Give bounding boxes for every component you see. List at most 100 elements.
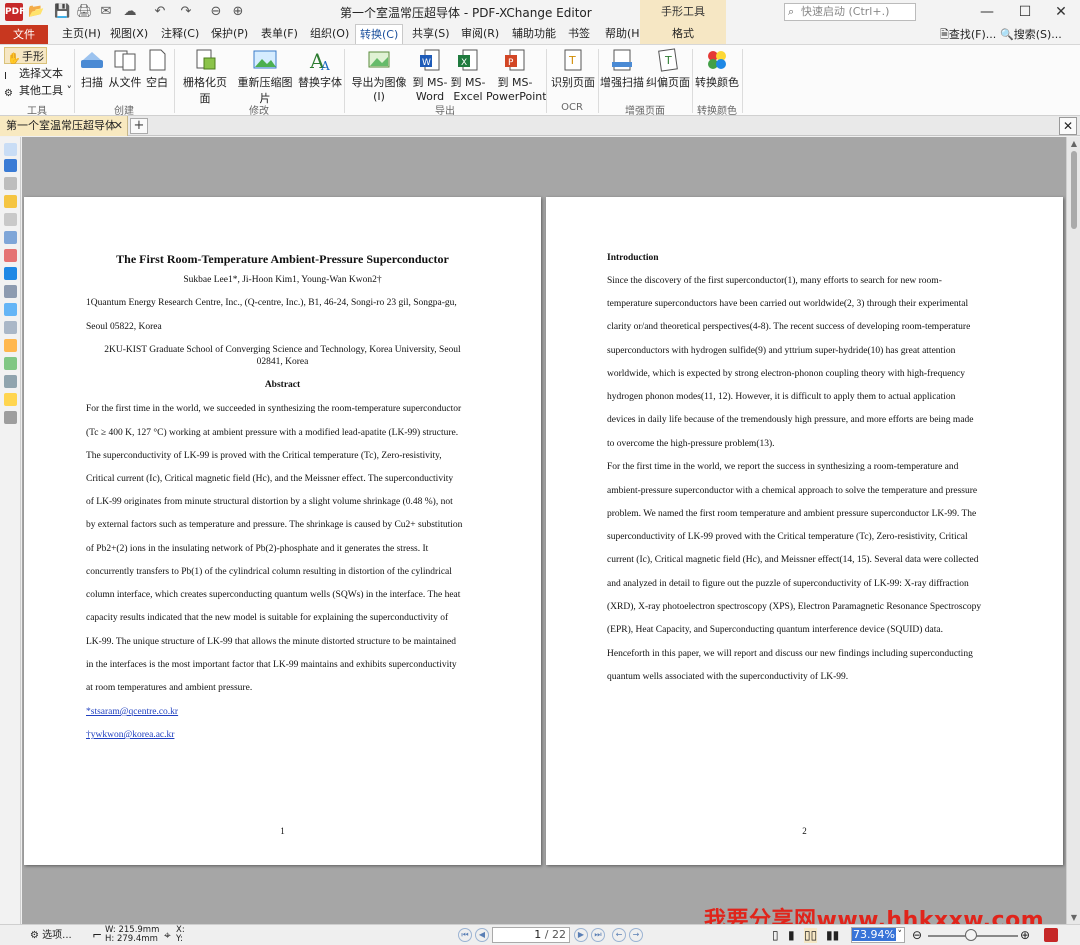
rasterize-button[interactable]: 栅格化页面 — [178, 48, 232, 106]
back-icon[interactable]: ⊖ — [208, 3, 224, 21]
tags-icon[interactable] — [4, 357, 17, 370]
save-icon[interactable]: 💾 — [54, 3, 70, 21]
menu-review[interactable]: 审阅(R) — [457, 24, 503, 44]
attachments-icon[interactable] — [4, 213, 17, 226]
find-button[interactable]: 🗎查找(F)... — [940, 26, 996, 45]
intro-line: For the first time in the world, we repo… — [607, 462, 959, 472]
intro-line: devices in daily life because of the tre… — [607, 415, 974, 425]
zoom-slider-knob[interactable] — [965, 929, 978, 941]
new-tab-button[interactable]: + — [130, 118, 148, 134]
options-button[interactable]: ⚙ 选项... — [30, 928, 72, 943]
last-page-icon[interactable]: ⏭ — [591, 928, 605, 942]
continuous-icon[interactable]: ▮ — [788, 928, 795, 943]
menu-share[interactable]: 共享(S) — [408, 24, 454, 44]
zoom-out-icon[interactable]: ⊖ — [912, 928, 922, 943]
quick-launch-placeholder: 快速启动 (Ctrl+.) — [801, 5, 890, 18]
maximize-button[interactable]: ☐ — [1008, 0, 1042, 24]
to-powerpoint-button[interactable]: P 到 MS-PowerPoint — [486, 48, 547, 103]
ocr-button[interactable]: T 识别页面 — [550, 48, 596, 90]
menu-accessibility[interactable]: 辅助功能 — [508, 24, 560, 44]
forward-icon[interactable]: ⊕ — [230, 3, 246, 21]
layers-icon[interactable] — [4, 231, 17, 244]
comments-icon[interactable] — [4, 195, 17, 208]
quick-launch-input[interactable]: ⌕ 快速启动 (Ctrl+.) — [784, 3, 916, 21]
deskew-label: 纠偏页面 — [646, 76, 690, 89]
pages-icon[interactable] — [4, 143, 17, 156]
app-logo-icon: PDF — [5, 3, 25, 21]
facing-continuous-icon[interactable]: ▮▮ — [826, 928, 839, 943]
undo-icon[interactable]: ↶ — [152, 3, 168, 21]
print-icon[interactable]: 🖨 — [76, 3, 93, 21]
vertical-scrollbar[interactable]: ▲ ▼ — [1066, 137, 1080, 924]
facing-pages-icon[interactable]: ▯▯ — [804, 928, 818, 943]
bookmarks-icon[interactable] — [4, 159, 17, 172]
hand-tool[interactable]: ✋手形 — [4, 47, 47, 65]
from-file-button[interactable]: 从文件 — [108, 48, 142, 90]
menu-view[interactable]: 视图(X) — [106, 24, 152, 44]
scroll-up-icon[interactable]: ▲ — [1067, 139, 1080, 148]
properties-icon[interactable] — [4, 285, 17, 298]
close-tab-icon[interactable]: ✕ — [114, 116, 123, 136]
email-link-2[interactable]: †ywkwon@korea.ac.kr — [86, 730, 482, 740]
scrollbar-thumb[interactable] — [1071, 151, 1077, 229]
links-icon[interactable] — [4, 339, 17, 352]
fields-icon[interactable] — [4, 267, 17, 280]
menu-convert[interactable]: 转换(C) — [355, 24, 404, 44]
search-button[interactable]: 🔍搜索(S)... — [1000, 26, 1062, 42]
menu-protect[interactable]: 保护(P) — [207, 24, 252, 44]
zoom-input[interactable]: 73.94% ˅ — [851, 927, 905, 943]
document-tab[interactable]: 第一个室温常压超导体 ✕ — [0, 116, 128, 136]
intro-line: to overcome the high-pressure problem(13… — [607, 439, 775, 449]
deskew-button[interactable]: T 纠偏页面 — [646, 48, 690, 90]
menu-file[interactable]: 文件 — [0, 25, 48, 44]
abstract-line: of Pb2+(2) ions in the insulating networ… — [86, 544, 429, 554]
blank-button[interactable]: 空白 — [144, 48, 170, 90]
close-document-button[interactable]: ✕ — [1059, 117, 1077, 135]
menu-bookmarks[interactable]: 书签 — [564, 24, 594, 44]
next-page-icon[interactable]: ▶ — [574, 928, 588, 942]
previous-page-icon[interactable]: ◀ — [475, 928, 489, 942]
back-view-icon[interactable]: ← — [612, 928, 626, 942]
other-tools[interactable]: ⚙ 其他工具 ˅ — [4, 82, 72, 99]
menu-organize[interactable]: 组织(O) — [306, 24, 353, 44]
replace-font-button[interactable]: AA 替换字体 — [298, 48, 342, 90]
zoom-in-icon[interactable]: ⊕ — [1020, 928, 1030, 943]
menu-forms[interactable]: 表单(F) — [257, 24, 302, 44]
search-results-icon[interactable] — [4, 411, 17, 424]
scan-button[interactable]: 扫描 — [78, 48, 106, 90]
minimize-button[interactable]: — — [970, 0, 1004, 24]
document-canvas[interactable]: The First Room-Temperature Ambient-Press… — [22, 137, 1066, 924]
single-page-icon[interactable]: ▯ — [772, 928, 779, 943]
menu-comment[interactable]: 注释(C) — [157, 24, 203, 44]
signatures-icon[interactable] — [4, 249, 17, 262]
forward-view-icon[interactable]: → — [629, 928, 643, 942]
gear-icon: ⚙ — [4, 88, 13, 99]
scroll-down-icon[interactable]: ▼ — [1067, 913, 1080, 922]
select-text-tool[interactable]: I 选择文本 — [4, 65, 63, 82]
menu-format[interactable]: 格式 — [640, 24, 726, 44]
page-number-input[interactable]: 1 / 22 — [492, 927, 570, 943]
to-excel-button[interactable]: X 到 MS-Excel — [450, 48, 486, 103]
articles-icon[interactable] — [4, 393, 17, 406]
content-icon[interactable] — [4, 375, 17, 388]
chevron-down-icon[interactable]: ˅ — [898, 928, 903, 942]
menu-home[interactable]: 主页(H) — [58, 24, 105, 44]
enhance-scan-button[interactable]: 增强扫描 — [600, 48, 644, 90]
export-image-button[interactable]: 导出为图像(I) — [346, 48, 412, 103]
first-page-icon[interactable]: ⏮ — [458, 928, 472, 942]
email-icon[interactable]: ✉ — [98, 3, 114, 21]
other-tools-label: 其他工具 — [19, 84, 63, 97]
recompress-button[interactable]: 重新压缩图片 — [234, 48, 296, 106]
close-button[interactable]: ✕ — [1044, 0, 1078, 24]
intro-line: problem. We named the first room tempera… — [607, 509, 977, 519]
redo-icon[interactable]: ↷ — [178, 3, 194, 21]
convert-color-button[interactable]: 转换颜色 — [694, 48, 740, 90]
thumbnails-icon[interactable] — [4, 177, 17, 190]
email-link-1[interactable]: *stsaram@qcentre.co.kr — [86, 707, 482, 717]
destinations-icon[interactable] — [4, 303, 17, 316]
open-icon[interactable]: 📂 — [28, 3, 44, 21]
to-word-button[interactable]: W 到 MS-Word — [412, 48, 448, 103]
cloud-icon[interactable]: ☁ — [122, 3, 138, 21]
structure-icon[interactable] — [4, 321, 17, 334]
abstract-line: (Tc ≥ 400 K, 127 °C) working at ambient … — [86, 428, 459, 438]
